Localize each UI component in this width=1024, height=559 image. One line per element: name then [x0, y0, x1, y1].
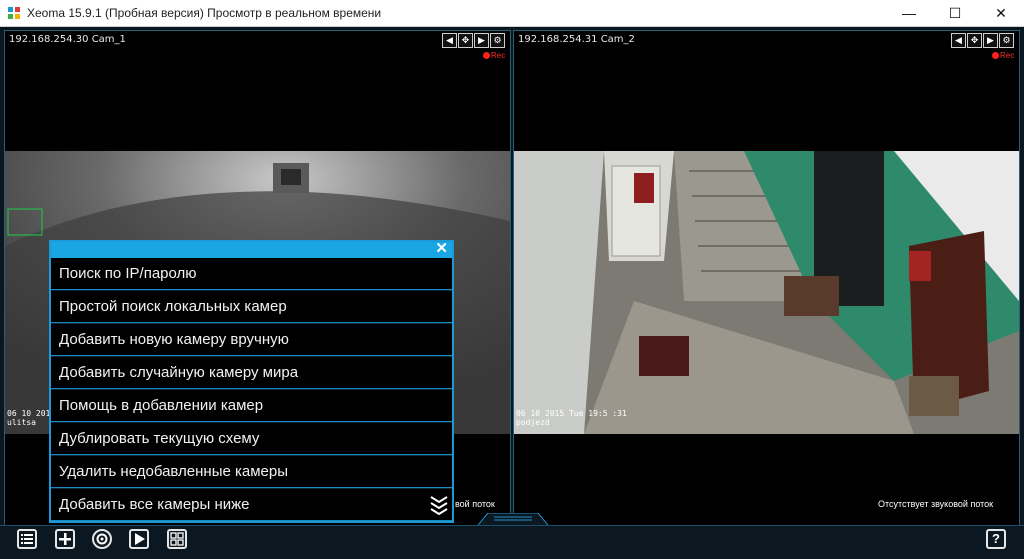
minimize-button[interactable]: — — [886, 0, 932, 26]
camera-2-sound-icon[interactable]: ◀ — [951, 33, 966, 48]
menu-item-add-all-below[interactable]: Добавить все камеры ниже — [51, 489, 452, 521]
menu-item-remove-unadded[interactable]: Удалить недобавленные камеры — [51, 456, 452, 488]
help-button[interactable]: ? — [986, 529, 1006, 549]
camera-2-video[interactable]: 06 10 2015 Tue 19:5 :31 podjezd — [514, 151, 1019, 434]
camera-1-play-icon[interactable]: ▶ — [474, 33, 489, 48]
rec-dot-icon — [483, 52, 490, 60]
gear-icon — [96, 533, 108, 545]
window-title: Xeoma 15.9.1 (Пробная версия) Просмотр в… — [27, 6, 382, 20]
menu-item-add-manually[interactable]: Добавить новую камеру вручную — [51, 324, 452, 356]
layout-button[interactable] — [167, 529, 187, 549]
camera-1-tools: ◀ ✥ ▶ ⚙ — [442, 33, 508, 48]
camera-2-timestamp: 06 10 2015 Tue 19:5 :31 podjezd — [516, 409, 627, 427]
camera-2-rec-indicator: Rec — [992, 51, 1014, 60]
maximize-button[interactable]: ☐ — [932, 0, 978, 26]
camera-2-audio-status: Отсутствует звуковой поток — [878, 499, 994, 509]
list-icon — [21, 534, 33, 544]
menu-header: ✕ — [51, 241, 452, 258]
grid-icon — [170, 532, 184, 546]
add-camera-button[interactable] — [55, 529, 75, 549]
menu-item-add-random[interactable]: Добавить случайную камеру мира — [51, 357, 452, 389]
menu-item-search-ip[interactable]: Поиск по IP/паролю — [51, 258, 452, 290]
camera-2-play-icon[interactable]: ▶ — [983, 33, 998, 48]
camera-1-ptz-icon[interactable]: ✥ — [458, 33, 473, 48]
camera-1-label: 192.168.254.30 Cam_1 — [9, 34, 126, 45]
camera-2-rec-label: Rec — [1000, 51, 1015, 60]
menu-item-local-search[interactable]: Простой поиск локальных камер — [51, 291, 452, 323]
camera-1-rec-label: Rec — [491, 51, 506, 60]
rec-dot-icon — [992, 52, 999, 60]
camera-2-label: 192.168.254.31 Cam_2 — [518, 34, 635, 45]
camera-1-settings-icon[interactable]: ⚙ — [490, 33, 505, 48]
close-button[interactable]: ✕ — [978, 0, 1024, 26]
settings-button[interactable] — [92, 529, 112, 549]
camera-1-rec-indicator: Rec — [483, 51, 505, 60]
xeoma-logo-icon — [8, 7, 20, 19]
playback-button[interactable] — [129, 529, 149, 549]
menu-close-icon[interactable]: ✕ — [435, 241, 448, 257]
camera-2-tools: ◀ ✥ ▶ ⚙ — [951, 33, 1017, 48]
menu-item-help-adding[interactable]: Помощь в добавлении камер — [51, 390, 452, 422]
camera-1-timestamp: 06 10 2015 ulitsa — [7, 409, 56, 427]
menu-item-add-all-below-label: Добавить все камеры ниже — [59, 496, 250, 513]
camera-1-sound-icon[interactable]: ◀ — [442, 33, 457, 48]
bottom-toolbar: ? — [0, 525, 1024, 559]
title-bar: Xeoma 15.9.1 (Пробная версия) Просмотр в… — [0, 0, 1024, 27]
camera-panel-2[interactable]: 192.168.254.31 Cam_2 ◀ ✥ ▶ ⚙ Rec 06 10 2… — [513, 30, 1020, 555]
menu-item-duplicate-layout[interactable]: Дублировать текущую схему — [51, 423, 452, 455]
play-icon — [135, 533, 145, 545]
camera-list-button[interactable] — [17, 529, 37, 549]
camera-2-video-image — [514, 151, 1019, 434]
camera-1-audio-status: вой поток — [455, 499, 495, 509]
panel-grip-handle[interactable] — [478, 513, 548, 525]
plus-icon — [59, 533, 71, 545]
add-camera-menu: ✕ Поиск по IP/паролю Простой поиск локал… — [49, 240, 454, 523]
camera-2-ptz-icon[interactable]: ✥ — [967, 33, 982, 48]
chevron-double-down-icon[interactable] — [428, 493, 450, 515]
camera-2-settings-icon[interactable]: ⚙ — [999, 33, 1014, 48]
